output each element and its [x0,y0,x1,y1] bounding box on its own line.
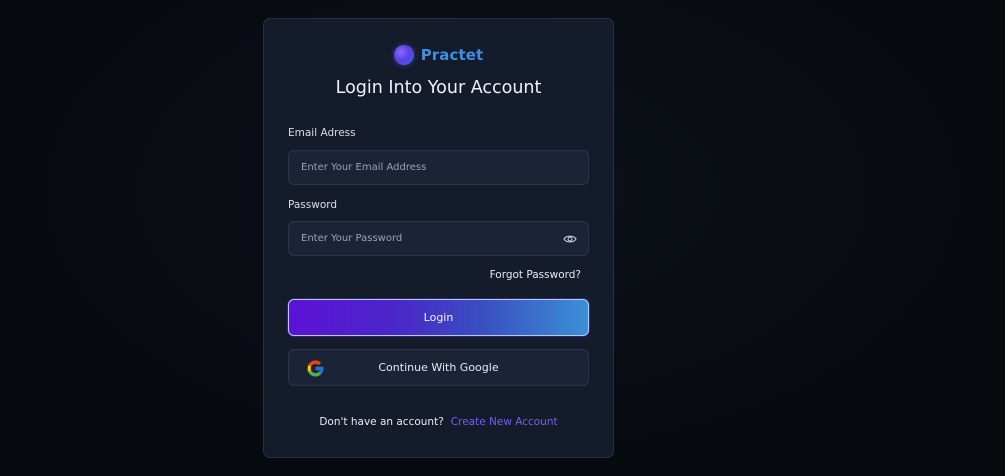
continue-with-google-button[interactable]: Continue With Google [288,349,589,386]
password-label: Password [288,199,338,211]
login-button[interactable]: Login [288,299,589,336]
page-title: Login Into Your Account [335,78,542,98]
email-label: Email Adress [288,127,356,139]
password-field[interactable] [289,222,588,255]
signup-prompt-text: Don't have an account? [319,416,444,428]
signup-prompt: Don't have an account? Create New Accoun… [264,416,613,428]
brand-name: Practet [420,46,484,64]
login-card: Practet Login Into Your Account Email Ad… [263,18,614,458]
page-background: Practet Login Into Your Account Email Ad… [0,0,1005,476]
eye-icon[interactable] [563,233,577,245]
brand: Practet [264,45,613,65]
google-icon [307,360,324,377]
create-account-link[interactable]: Create New Account [451,416,558,428]
forgot-password-link[interactable]: Forgot Password? [490,269,581,281]
login-button-label: Login [423,311,454,324]
email-field-container [288,150,589,185]
brand-logo-icon [393,45,414,65]
google-button-label: Continue With Google [378,361,499,374]
password-field-container [288,221,589,256]
email-field[interactable] [289,151,588,184]
